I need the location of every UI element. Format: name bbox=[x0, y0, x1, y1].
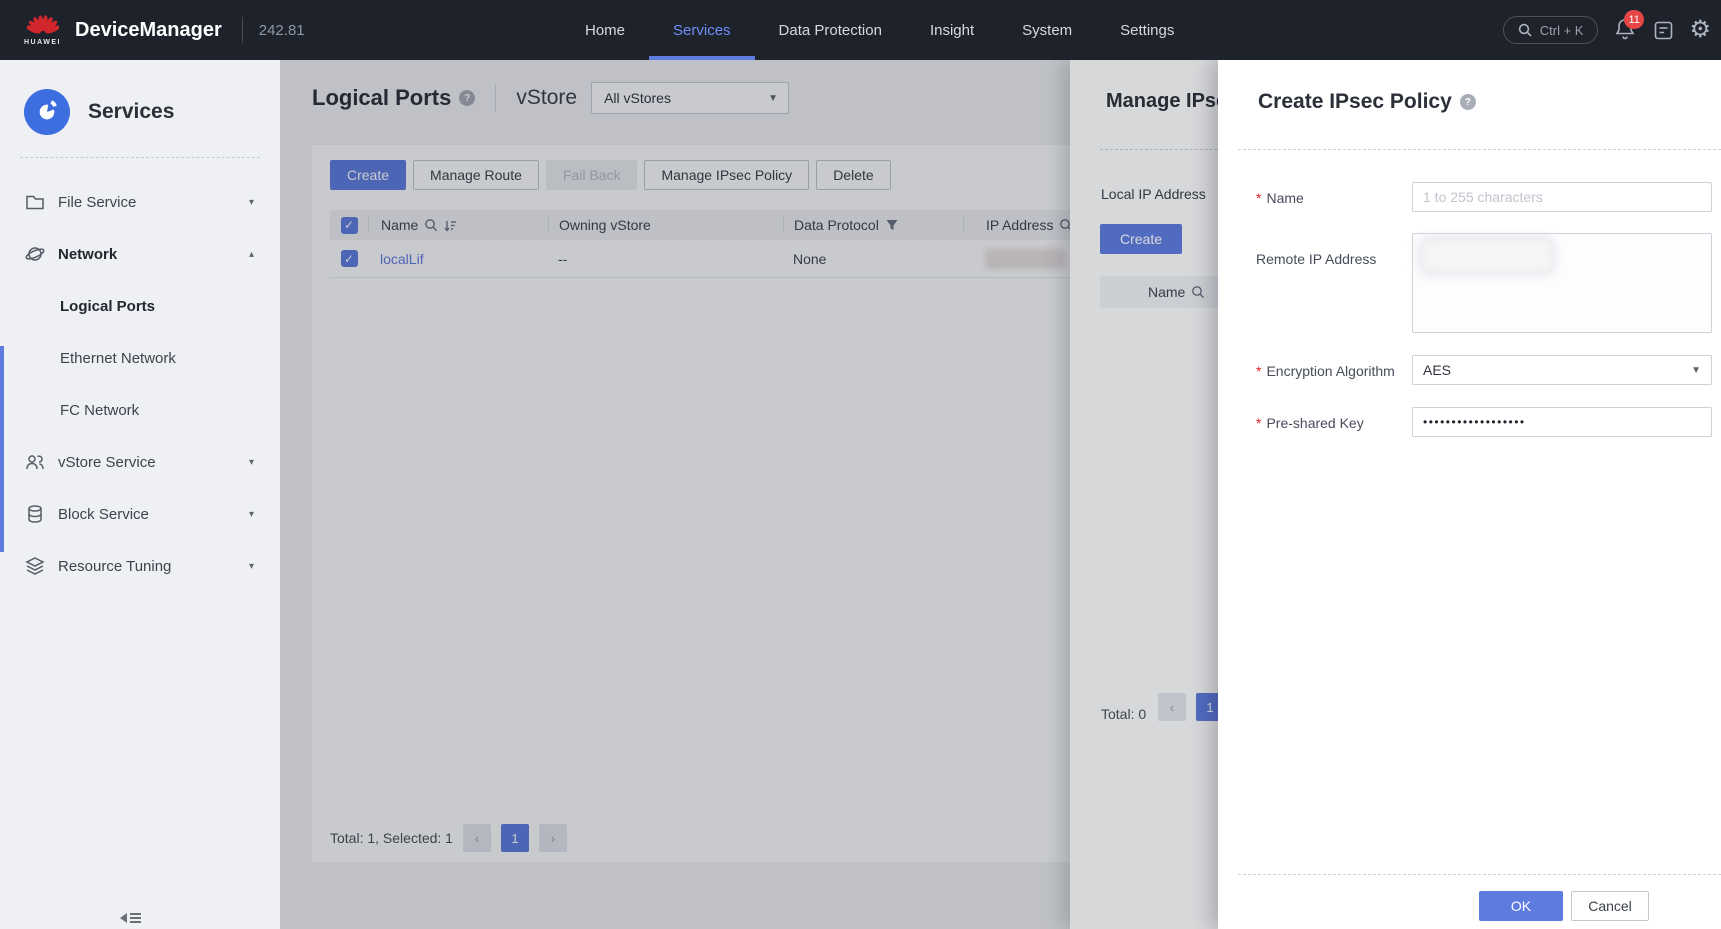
nav-settings[interactable]: Settings bbox=[1120, 0, 1174, 60]
nav-system[interactable]: System bbox=[1022, 0, 1072, 60]
remote-ip-textarea[interactable] bbox=[1412, 233, 1712, 333]
global-search-button[interactable]: Ctrl + K bbox=[1503, 16, 1599, 44]
sidebar-item-logical-ports[interactable]: Logical Ports bbox=[0, 280, 280, 332]
sidebar-item-label: Block Service bbox=[58, 506, 149, 523]
database-icon bbox=[24, 503, 46, 525]
device-version: 242.81 bbox=[259, 22, 305, 39]
nav-home[interactable]: Home bbox=[585, 0, 625, 60]
services-logo-icon bbox=[24, 89, 70, 135]
remote-ip-label: Remote IP Address bbox=[1256, 251, 1376, 267]
sidebar-brand: Services bbox=[24, 89, 280, 135]
search-icon bbox=[1518, 23, 1532, 37]
cancel-button[interactable]: Cancel bbox=[1571, 891, 1649, 921]
encryption-selected-value: AES bbox=[1423, 362, 1451, 378]
sidebar-item-label: Resource Tuning bbox=[58, 558, 171, 575]
huawei-logo-text: HUAWEI bbox=[24, 39, 61, 46]
sidebar-item-fc-network[interactable]: FC Network bbox=[0, 384, 280, 436]
sidebar-item-vstore-service[interactable]: vStore Service ▾ bbox=[0, 436, 280, 488]
top-header: HUAWEI DeviceManager 242.81 Home Service… bbox=[0, 0, 1721, 60]
sidebar-item-network[interactable]: Network ▴ bbox=[0, 228, 280, 280]
sidebar-title: Services bbox=[88, 100, 174, 124]
search-shortcut-label: Ctrl + K bbox=[1540, 23, 1584, 38]
pre-shared-key-label: Pre-shared Key bbox=[1256, 415, 1364, 431]
chevron-up-icon: ▴ bbox=[249, 249, 254, 260]
chevron-down-icon: ▾ bbox=[249, 197, 254, 208]
help-icon[interactable]: ? bbox=[1460, 94, 1476, 110]
encryption-algorithm-select[interactable]: AES ▼ bbox=[1412, 355, 1712, 385]
sidebar-collapse-button[interactable] bbox=[120, 913, 141, 923]
app-title: DeviceManager bbox=[75, 19, 222, 42]
collapse-lines-icon bbox=[130, 913, 141, 923]
nav-services[interactable]: Services bbox=[673, 0, 731, 60]
redacted-remote-ip bbox=[1423, 241, 1551, 271]
nav-data-protection[interactable]: Data Protection bbox=[779, 0, 882, 60]
pre-shared-key-input[interactable]: •••••••••••••••••• bbox=[1412, 407, 1712, 437]
layers-icon bbox=[24, 555, 46, 577]
sidebar-item-label: vStore Service bbox=[58, 454, 156, 471]
huawei-flower-icon bbox=[27, 14, 59, 38]
sidebar-item-label: Logical Ports bbox=[60, 298, 155, 315]
panel-divider bbox=[1238, 149, 1721, 150]
gear-icon[interactable]: ⚙ bbox=[1689, 18, 1711, 42]
sidebar-item-resource-tuning[interactable]: Resource Tuning ▾ bbox=[0, 540, 280, 592]
footer-divider bbox=[1238, 874, 1721, 875]
sidebar: Services File Service ▾ Network ▴ Logica… bbox=[0, 60, 280, 929]
network-planet-icon bbox=[24, 243, 46, 265]
folder-icon bbox=[24, 191, 46, 213]
task-log-icon[interactable] bbox=[1654, 21, 1673, 40]
sidebar-item-label: File Service bbox=[58, 194, 136, 211]
header-divider bbox=[242, 17, 243, 43]
sidebar-menu: File Service ▾ Network ▴ Logical Ports E… bbox=[0, 176, 280, 592]
notification-badge: 11 bbox=[1624, 10, 1643, 29]
sidebar-item-ethernet-network[interactable]: Ethernet Network bbox=[0, 332, 280, 384]
sidebar-item-label: Network bbox=[58, 246, 117, 263]
panel-title: Create IPsec Policy bbox=[1258, 90, 1452, 114]
sidebar-item-label: FC Network bbox=[60, 402, 139, 419]
users-icon bbox=[24, 451, 46, 473]
chevron-down-icon: ▾ bbox=[249, 509, 254, 520]
name-label: Name bbox=[1256, 190, 1304, 206]
notifications-button[interactable]: 11 bbox=[1614, 17, 1638, 43]
sidebar-item-block-service[interactable]: Block Service ▾ bbox=[0, 488, 280, 540]
chevron-down-icon: ▾ bbox=[249, 561, 254, 572]
collapse-arrow-icon bbox=[120, 913, 127, 923]
panel-title-row: Create IPsec Policy ? bbox=[1258, 90, 1476, 114]
header-actions: Ctrl + K 11 ⚙ bbox=[1503, 0, 1711, 60]
chevron-down-icon: ▾ bbox=[249, 457, 254, 468]
sidebar-item-label: Ethernet Network bbox=[60, 350, 176, 367]
nav-insight[interactable]: Insight bbox=[930, 0, 974, 60]
top-nav: Home Services Data Protection Insight Sy… bbox=[585, 0, 1174, 60]
sidebar-divider bbox=[20, 157, 260, 158]
huawei-logo: HUAWEI bbox=[24, 14, 61, 46]
ok-button[interactable]: OK bbox=[1479, 891, 1563, 921]
name-input[interactable] bbox=[1412, 182, 1712, 212]
create-ipsec-policy-panel: Create IPsec Policy ? Name Remote IP Add… bbox=[1218, 60, 1721, 929]
encryption-algorithm-label: Encryption Algorithm bbox=[1256, 363, 1395, 379]
sidebar-item-file-service[interactable]: File Service ▾ bbox=[0, 176, 280, 228]
chevron-down-icon: ▼ bbox=[1691, 365, 1701, 376]
